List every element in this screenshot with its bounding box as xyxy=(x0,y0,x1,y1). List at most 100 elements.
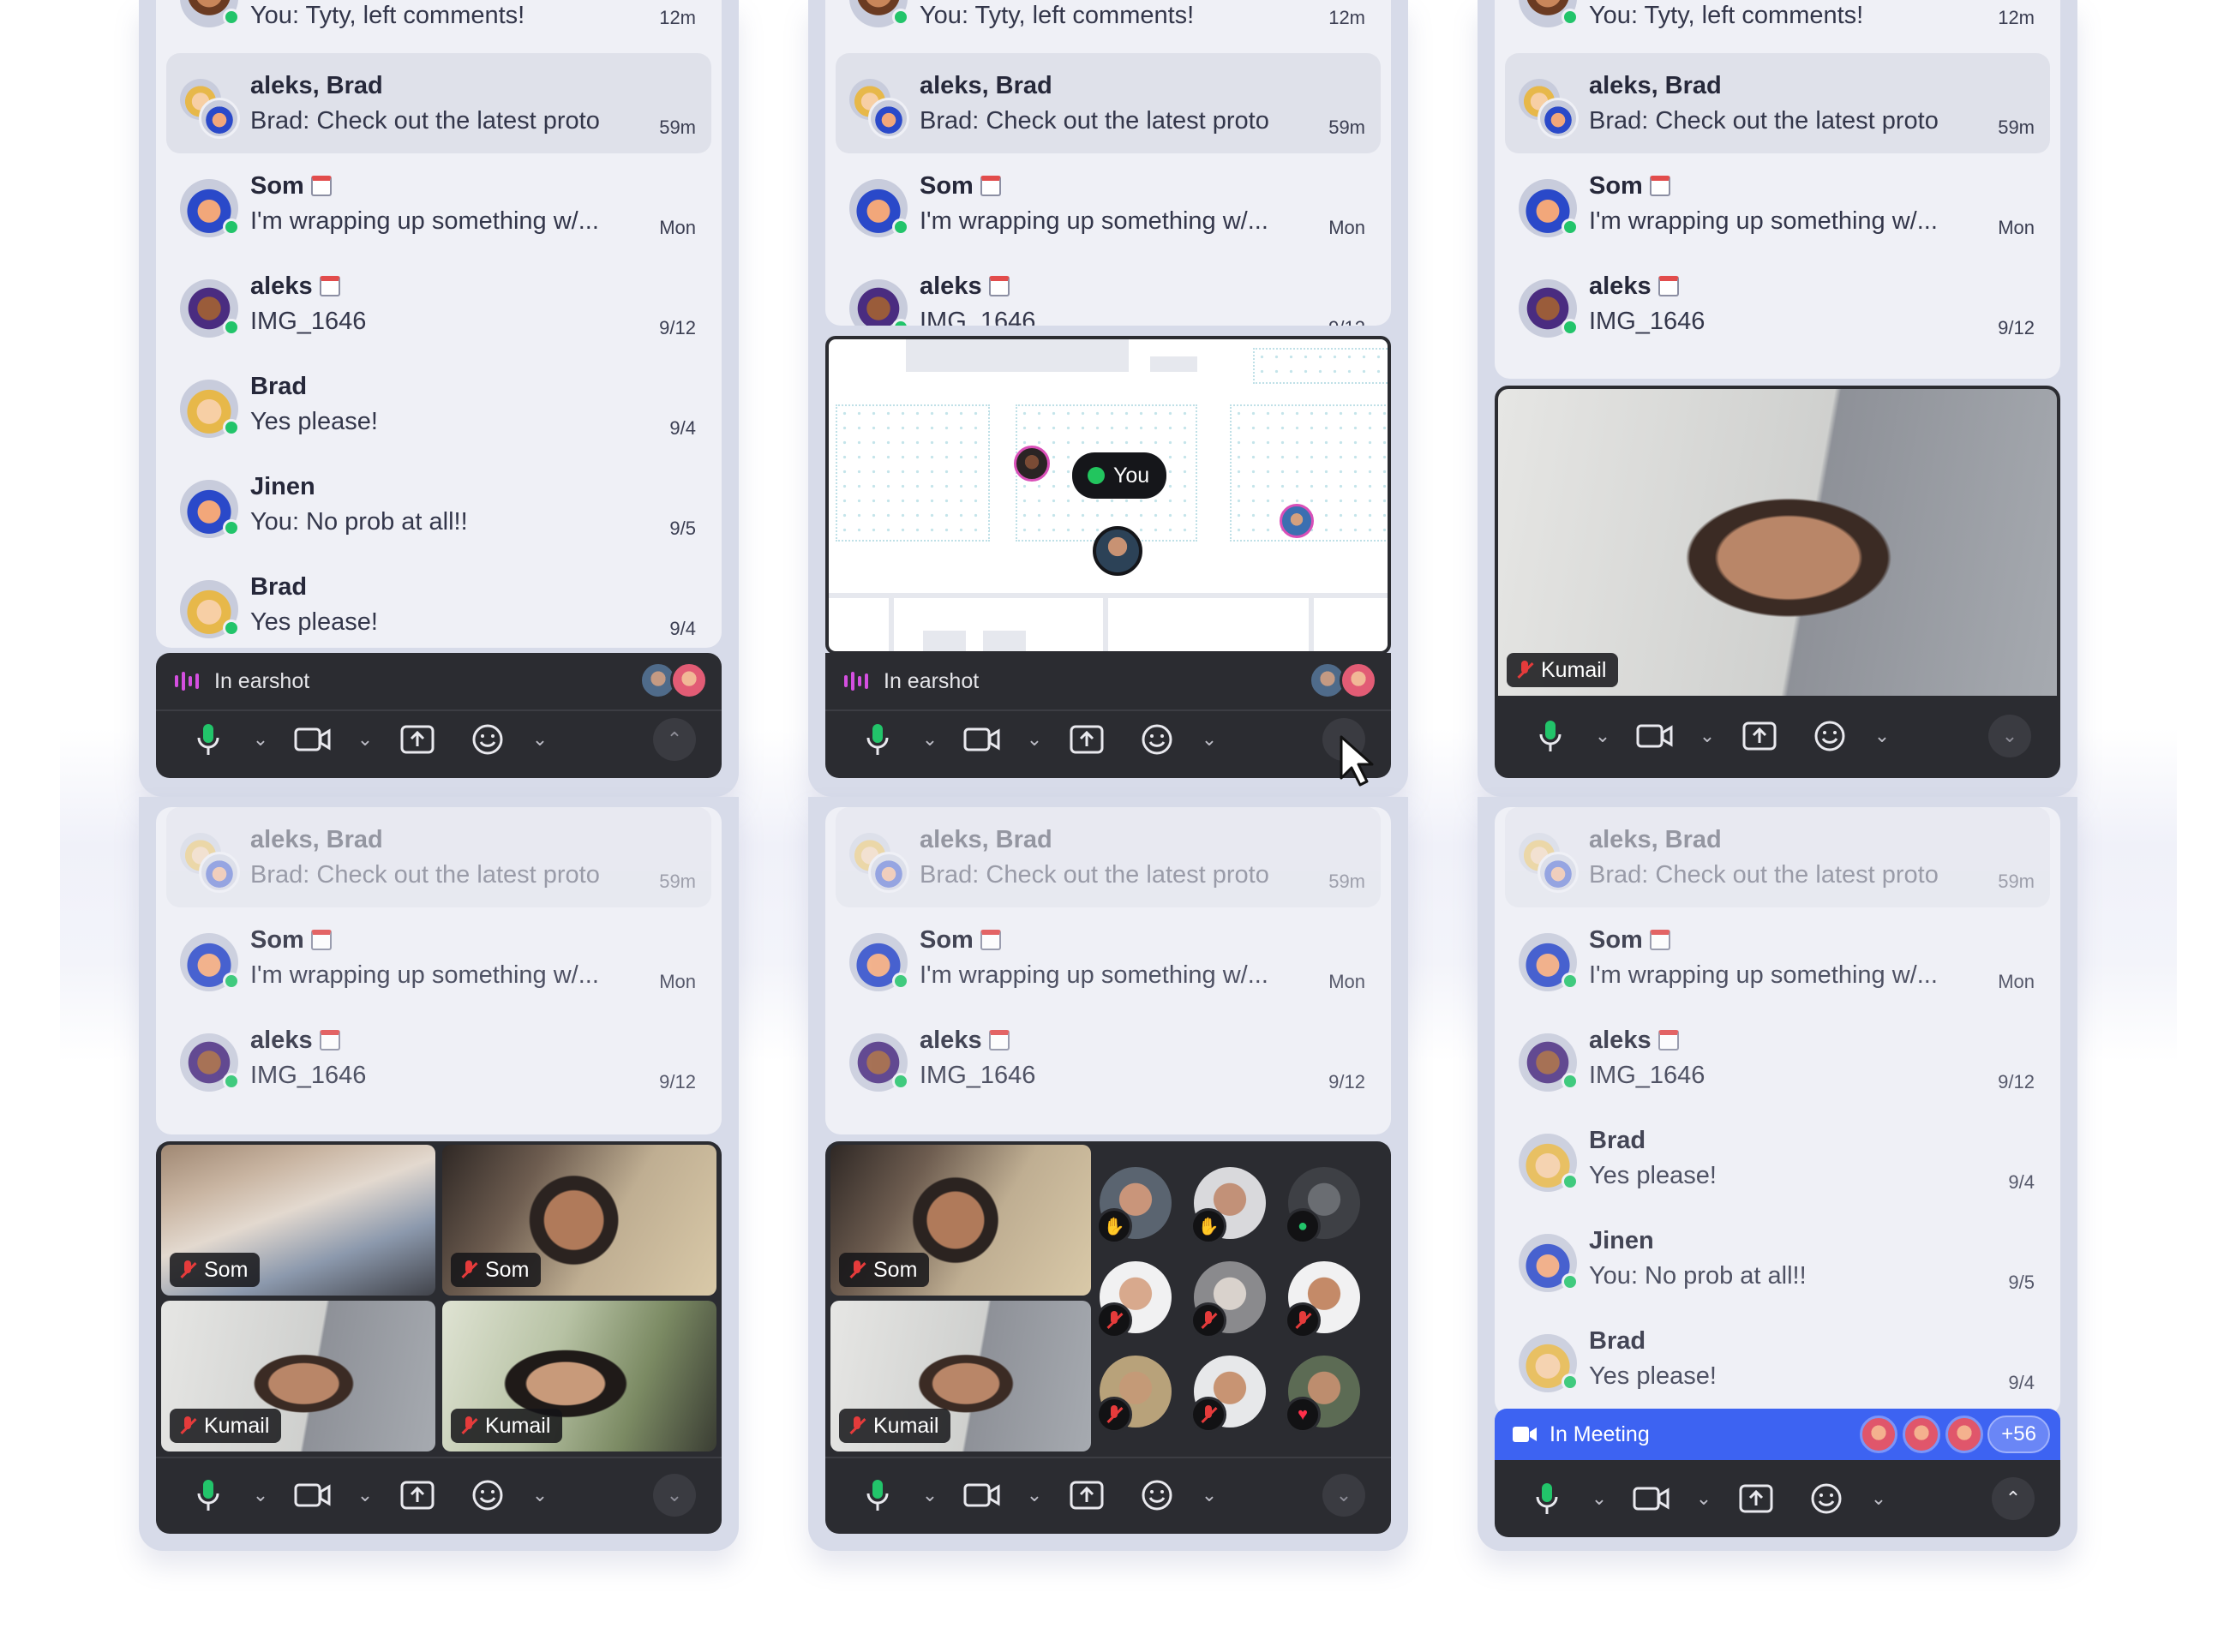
chat-item-som[interactable]: Som I'm wrapping up something w/... Mon xyxy=(156,153,722,254)
chevron-down-icon[interactable]: ⌄ xyxy=(1184,1471,1235,1519)
chat-item-brad[interactable]: Brad Yes please! 9/4 xyxy=(156,354,722,454)
avatar xyxy=(180,179,240,237)
video-tile[interactable]: Kumail xyxy=(161,1301,435,1451)
in-meeting-bar[interactable]: In Meeting +56 xyxy=(1495,1409,2060,1460)
chevron-up-icon[interactable]: ⌃ xyxy=(653,718,696,761)
chevron-down-icon[interactable]: ⌄ xyxy=(1574,1475,1625,1523)
mic-icon[interactable] xyxy=(1520,1475,1574,1523)
chat-item-tyty[interactable]: You: Tyty, left comments! 12m xyxy=(825,0,1391,53)
chat-item-aleks[interactable]: aleks IMG_1646 9/12 xyxy=(156,1008,722,1108)
chevron-down-icon[interactable]: ⌄ xyxy=(514,715,566,763)
video-tile[interactable]: Som xyxy=(830,1145,1091,1296)
emoji-icon[interactable] xyxy=(1130,1471,1184,1519)
emoji-icon[interactable] xyxy=(461,715,514,763)
avatar xyxy=(1860,1416,1897,1453)
user-pin[interactable] xyxy=(1014,446,1050,482)
video-tile[interactable]: Som xyxy=(161,1145,435,1296)
chat-name: aleks, Brad xyxy=(1589,825,1722,853)
share-screen-icon[interactable] xyxy=(1729,1475,1783,1523)
emoji-icon[interactable] xyxy=(1800,1475,1853,1523)
camera-icon[interactable] xyxy=(1628,712,1681,760)
chevron-down-icon[interactable]: ⌄ xyxy=(514,1471,566,1519)
online-indicator xyxy=(1562,218,1579,236)
mic-icon[interactable] xyxy=(182,715,235,763)
chat-item-som[interactable]: Som I'm wrapping up something w/... Mon xyxy=(1495,907,2060,1008)
chevron-down-icon[interactable]: ⌄ xyxy=(904,715,956,763)
chat-item-aleks[interactable]: aleks IMG_1646 9/12 xyxy=(825,1008,1391,1108)
camera-icon[interactable] xyxy=(286,715,339,763)
emoji-icon[interactable] xyxy=(1803,712,1856,760)
mic-icon[interactable] xyxy=(851,715,904,763)
chat-name: Som xyxy=(250,925,304,954)
chevron-down-icon[interactable]: ⌄ xyxy=(1577,712,1628,760)
video-tile[interactable]: Som xyxy=(442,1145,716,1296)
avatar xyxy=(1519,933,1579,991)
user-pin[interactable] xyxy=(1280,504,1314,538)
chat-item-brad-2[interactable]: Brad Yes please! 9/4 xyxy=(1495,1308,2060,1409)
chat-item-som[interactable]: Som I'm wrapping up something w/... Mon xyxy=(825,907,1391,1008)
chat-time: 9/12 xyxy=(1998,1071,2035,1092)
chat-item-tyty[interactable]: You: Tyty, left comments! 12m xyxy=(1495,0,2060,53)
chevron-down-icon[interactable]: ⌄ xyxy=(235,715,286,763)
chevron-down-icon[interactable]: ⌄ xyxy=(1322,1474,1365,1517)
chat-item-som[interactable]: Som I'm wrapping up something w/... Mon xyxy=(1495,153,2060,254)
chat-item-aleks[interactable]: aleks IMG_1646 9/12 xyxy=(156,254,722,354)
video-tile[interactable]: Kumail xyxy=(1498,389,2057,696)
mic-icon[interactable] xyxy=(851,1471,904,1519)
share-screen-icon[interactable] xyxy=(391,715,444,763)
chat-item-som[interactable]: Som I'm wrapping up something w/... Mon xyxy=(156,907,722,1008)
emoji-icon[interactable] xyxy=(1130,715,1184,763)
chat-item-brad[interactable]: Brad Yes please! 9/4 xyxy=(1495,1108,2060,1208)
video-tile[interactable]: Kumail xyxy=(442,1301,716,1451)
chevron-down-icon[interactable]: ⌄ xyxy=(1856,712,1908,760)
chat-item-group[interactable]: aleks, Brad Brad: Check out the latest p… xyxy=(836,807,1381,907)
video-tile[interactable]: Kumail xyxy=(830,1301,1091,1451)
chevron-down-icon[interactable]: ⌄ xyxy=(904,1471,956,1519)
chat-time: 9/4 xyxy=(669,417,696,439)
chat-item-group[interactable]: aleks, Brad Brad: Check out the latest p… xyxy=(1505,807,2050,907)
chat-item-tyty[interactable]: You: Tyty, left comments! 12m xyxy=(156,0,722,53)
chat-item-group[interactable]: aleks, Brad Brad: Check out the latest p… xyxy=(1505,53,2050,153)
chevron-down-icon[interactable]: ⌄ xyxy=(339,715,391,763)
share-screen-icon[interactable] xyxy=(1060,1471,1113,1519)
share-screen-icon[interactable] xyxy=(1060,715,1113,763)
chat-item-group[interactable]: aleks, Brad Brad: Check out the latest p… xyxy=(166,53,711,153)
camera-icon[interactable] xyxy=(956,715,1009,763)
chat-item-aleks[interactable]: aleks IMG_1646 9/12 xyxy=(1495,254,2060,354)
camera-icon[interactable] xyxy=(286,1471,339,1519)
chevron-down-icon[interactable]: ⌄ xyxy=(1678,1475,1729,1523)
chevron-down-icon[interactable]: ⌄ xyxy=(1009,715,1060,763)
chevron-up-icon[interactable]: ⌃ xyxy=(1992,1477,2035,1520)
chat-item-group[interactable]: aleks, Brad Brad: Check out the latest p… xyxy=(836,53,1381,153)
self-pin[interactable] xyxy=(1093,526,1142,576)
chat-item-aleks[interactable]: aleks IMG_1646 9/12 xyxy=(1495,1008,2060,1108)
chevron-down-icon[interactable]: ⌄ xyxy=(1853,1475,1904,1523)
chevron-down-icon[interactable]: ⌄ xyxy=(1009,1471,1060,1519)
chevron-down-icon[interactable]: ⌄ xyxy=(1681,712,1733,760)
chat-item-aleks[interactable]: aleks IMG_1646 9/12 xyxy=(825,254,1391,326)
chat-item-jinen[interactable]: Jinen You: No prob at all!! 9/5 xyxy=(1495,1208,2060,1308)
share-screen-icon[interactable] xyxy=(1733,712,1786,760)
share-screen-icon[interactable] xyxy=(391,1471,444,1519)
chat-item-group[interactable]: aleks, Brad Brad: Check out the latest p… xyxy=(166,807,711,907)
chat-message: I'm wrapping up something w/... xyxy=(920,961,1268,989)
chevron-down-icon[interactable]: ⌄ xyxy=(1988,715,2031,757)
chevron-down-icon[interactable]: ⌄ xyxy=(1184,715,1235,763)
chat-list: You: Tyty, left comments! 12m aleks, Bra… xyxy=(825,0,1391,326)
chevron-down-icon[interactable]: ⌄ xyxy=(235,1471,286,1519)
chevron-down-icon[interactable]: ⌄ xyxy=(339,1471,391,1519)
chat-item-jinen[interactable]: Jinen You: No prob at all!! 9/5 xyxy=(156,454,722,554)
mic-muted-icon xyxy=(180,1416,195,1435)
chat-name: aleks, Brad xyxy=(250,71,383,99)
chat-item-som[interactable]: Som I'm wrapping up something w/... Mon xyxy=(825,153,1391,254)
chat-item-brad-2[interactable]: Brad Yes please! 9/4 xyxy=(156,554,722,648)
camera-icon[interactable] xyxy=(956,1471,1009,1519)
video-name-tag: Kumail xyxy=(1507,653,1619,687)
spatial-map[interactable]: You xyxy=(825,336,1391,655)
mic-icon[interactable] xyxy=(1524,712,1577,760)
emoji-icon[interactable] xyxy=(461,1471,514,1519)
mic-icon[interactable] xyxy=(182,1471,235,1519)
meeting-more-count[interactable]: +56 xyxy=(1987,1416,2050,1453)
camera-icon[interactable] xyxy=(1625,1475,1678,1523)
chevron-down-icon[interactable]: ⌄ xyxy=(653,1474,696,1517)
